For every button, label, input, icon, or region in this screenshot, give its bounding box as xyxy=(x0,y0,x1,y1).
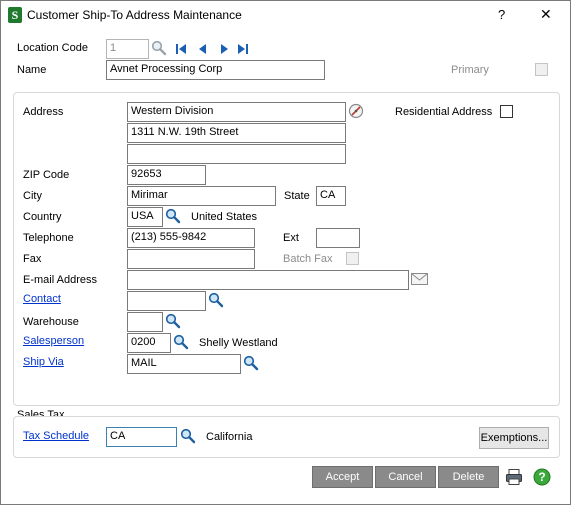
ext-input[interactable] xyxy=(316,228,360,248)
fax-label: Fax xyxy=(23,253,42,265)
tax-schedule-lookup-icon[interactable] xyxy=(180,428,196,444)
accept-button[interactable]: Accept xyxy=(312,466,373,488)
city-input[interactable]: Mirimar xyxy=(127,186,276,206)
tax-schedule-link[interactable]: Tax Schedule xyxy=(23,430,89,442)
zip-code-input[interactable]: 92653 xyxy=(127,165,206,185)
location-code-input[interactable]: 1 xyxy=(106,39,149,59)
country-input[interactable]: USA xyxy=(127,207,163,227)
help-icon[interactable]: ? xyxy=(533,468,551,486)
telephone-label: Telephone xyxy=(23,232,74,244)
contact-lookup-icon[interactable] xyxy=(208,292,224,308)
telephone-input[interactable]: (213) 555-9842 xyxy=(127,228,255,248)
ship-via-link[interactable]: Ship Via xyxy=(23,356,64,368)
zip-code-label: ZIP Code xyxy=(23,169,70,181)
address-validation-icon[interactable] xyxy=(348,103,364,119)
salesperson-input[interactable]: 0200 xyxy=(127,333,171,353)
country-label: Country xyxy=(23,211,62,223)
app-logo-icon: S xyxy=(8,7,22,23)
contact-link[interactable]: Contact xyxy=(23,293,61,305)
ship-via-input[interactable]: MAIL xyxy=(127,354,241,374)
close-button[interactable]: ✕ xyxy=(540,6,552,23)
tax-schedule-name-text: California xyxy=(206,431,253,443)
svg-text:?: ? xyxy=(538,470,545,484)
ship-via-lookup-icon[interactable] xyxy=(243,355,259,371)
location-lookup-icon[interactable] xyxy=(151,40,167,56)
email-address-label: E-mail Address xyxy=(23,274,97,286)
state-label: State xyxy=(284,190,310,202)
warehouse-label: Warehouse xyxy=(23,316,79,328)
batch-fax-label: Batch Fax xyxy=(283,253,333,265)
salesperson-name-text: Shelly Westland xyxy=(199,337,278,349)
warehouse-input[interactable] xyxy=(127,312,163,332)
residential-address-label: Residential Address xyxy=(395,106,493,118)
country-name-text: United States xyxy=(191,211,258,223)
salesperson-lookup-icon[interactable] xyxy=(173,334,189,350)
country-lookup-icon[interactable] xyxy=(165,208,181,224)
tax-schedule-input[interactable]: CA xyxy=(106,427,177,447)
batch-fax-checkbox xyxy=(346,252,359,265)
address-line1-input[interactable]: Western Division xyxy=(127,102,346,122)
address-line2-input[interactable]: 1311 N.W. 19th Street xyxy=(127,123,346,143)
last-record-icon[interactable] xyxy=(237,43,249,55)
primary-label: Primary xyxy=(451,64,489,76)
address-label: Address xyxy=(23,106,64,118)
delete-button[interactable]: Delete xyxy=(438,466,499,488)
warehouse-lookup-icon[interactable] xyxy=(165,313,181,329)
salesperson-link[interactable]: Salesperson xyxy=(23,335,84,347)
address-line3-input[interactable] xyxy=(127,144,346,164)
ship-to-address-window: S Customer Ship-To Address Maintenance ?… xyxy=(0,0,571,505)
name-label: Name xyxy=(17,64,47,76)
cancel-button[interactable]: Cancel xyxy=(375,466,436,488)
contact-input[interactable] xyxy=(127,291,206,311)
first-record-icon[interactable] xyxy=(175,43,187,55)
printer-icon[interactable] xyxy=(505,468,523,486)
location-code-label: Location Code xyxy=(17,42,88,54)
window-title: Customer Ship-To Address Maintenance xyxy=(27,8,242,22)
city-label: City xyxy=(23,190,42,202)
state-input[interactable]: CA xyxy=(316,186,346,206)
previous-record-icon[interactable] xyxy=(197,43,209,55)
help-button[interactable]: ? xyxy=(498,7,505,22)
name-input[interactable]: Avnet Processing Corp xyxy=(106,60,325,80)
title-bar: S Customer Ship-To Address Maintenance ?… xyxy=(1,1,570,29)
exemptions-button[interactable]: Exemptions... xyxy=(479,427,549,449)
email-address-input[interactable] xyxy=(127,270,409,290)
next-record-icon[interactable] xyxy=(218,43,230,55)
primary-checkbox xyxy=(535,63,548,76)
sales-tax-panel xyxy=(13,416,560,458)
fax-input[interactable] xyxy=(127,249,255,269)
residential-address-checkbox[interactable] xyxy=(500,105,513,118)
envelope-icon[interactable] xyxy=(411,273,428,285)
ext-label: Ext xyxy=(283,232,299,244)
